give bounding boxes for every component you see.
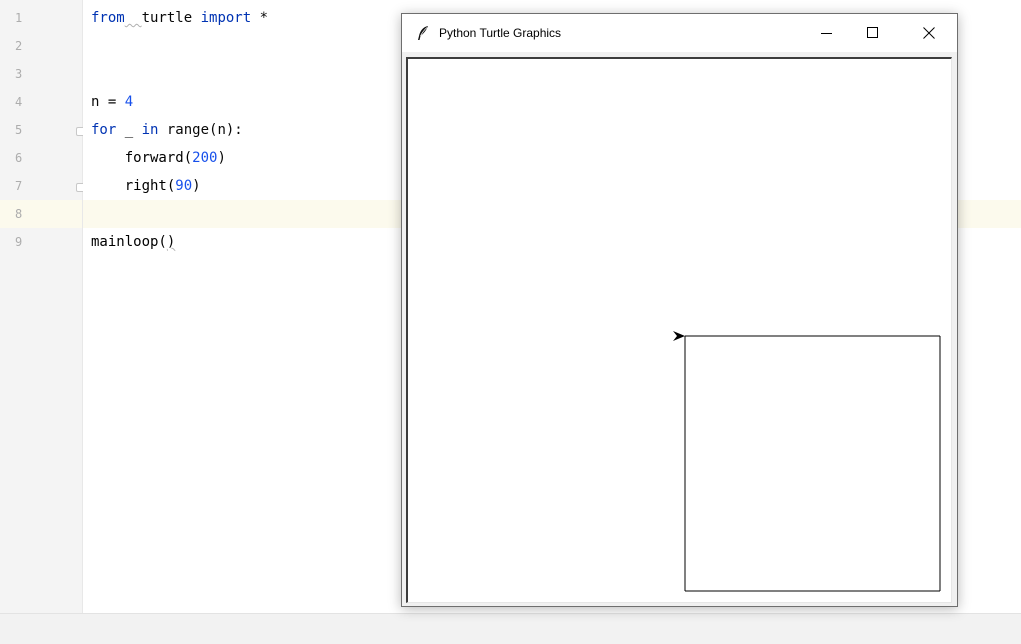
window-titlebar[interactable]: Python Turtle Graphics <box>402 14 957 52</box>
line-number: 6 <box>15 151 23 165</box>
keyword: in <box>141 122 159 138</box>
code-text: _ <box>116 122 142 138</box>
line-number: 5 <box>15 123 23 137</box>
status-bar <box>0 613 1021 644</box>
line-number: 9 <box>15 235 23 249</box>
keyword: for <box>91 122 117 138</box>
feather-icon <box>416 25 430 41</box>
maximize-button[interactable] <box>850 14 896 52</box>
maximize-icon <box>867 27 878 38</box>
paren: ) <box>217 150 226 166</box>
window-title: Python Turtle Graphics <box>439 26 562 40</box>
turtle-arrow-icon <box>673 331 685 341</box>
function-call: mainloop( <box>91 234 167 250</box>
wildcard: * <box>259 10 269 26</box>
line-number: 1 <box>15 11 23 25</box>
paren: ) <box>192 178 201 194</box>
line-number: 4 <box>15 95 23 109</box>
function-call: forward( <box>124 150 193 166</box>
operator: = <box>99 94 125 110</box>
number-literal: 200 <box>192 150 218 166</box>
line-number: 8 <box>0 200 82 228</box>
paren: ) <box>166 234 176 250</box>
keyword: from <box>91 10 125 26</box>
line-number: 7 <box>15 179 23 193</box>
turtle-drawing <box>673 331 941 592</box>
turtle-canvas[interactable] <box>406 57 952 603</box>
code-text: range(n): <box>158 122 243 138</box>
line-number-gutter: 1 2 3 4 5 6 7 8 9 <box>0 0 83 614</box>
function-call: right( <box>124 178 176 194</box>
line-number: 3 <box>15 67 23 81</box>
number-literal: 4 <box>124 94 134 110</box>
turtle-graphics-window[interactable]: Python Turtle Graphics <box>401 13 958 607</box>
line-number: 2 <box>15 39 23 53</box>
minimize-icon <box>821 33 832 34</box>
drawn-path <box>684 335 941 592</box>
close-icon <box>923 27 935 39</box>
module-name: turtle <box>141 10 193 26</box>
minimize-button[interactable] <box>804 14 850 52</box>
number-literal: 90 <box>175 178 193 194</box>
close-button[interactable] <box>906 14 952 52</box>
keyword: import <box>200 10 252 26</box>
